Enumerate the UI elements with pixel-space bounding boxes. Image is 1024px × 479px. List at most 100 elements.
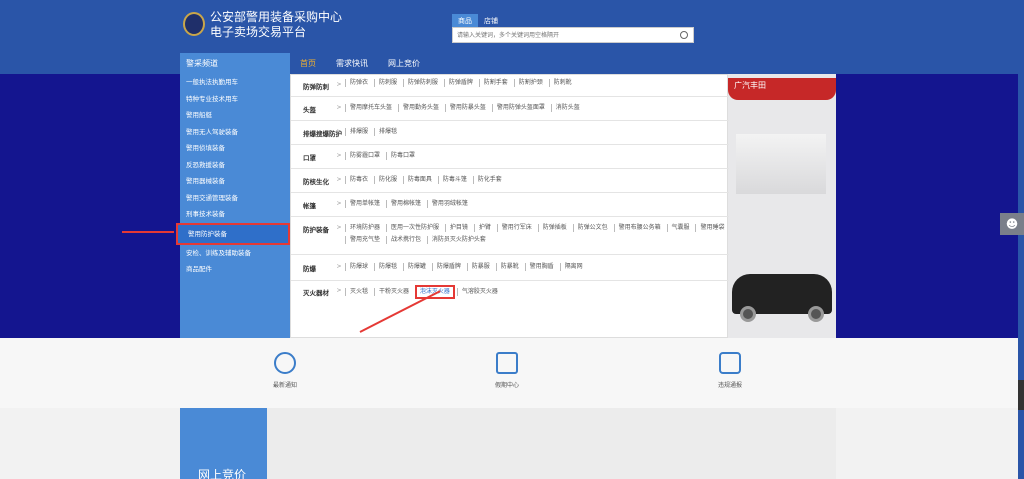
scrollbar-thumb[interactable] — [1018, 380, 1024, 410]
flyout-item[interactable]: 防化服 — [373, 176, 401, 184]
flyout-item[interactable]: 护臂 — [473, 224, 495, 232]
floating-user-button[interactable]: ☻ — [1000, 213, 1024, 235]
sidebar-item-counter-terror[interactable]: 反恐救援装备 — [180, 157, 290, 174]
flyout-item[interactable]: 医用一次性防护服 — [385, 224, 443, 232]
flyout-item[interactable]: 防爆球 — [345, 263, 372, 271]
sidebar-item-unmanned[interactable]: 警用无人驾驶装备 — [180, 124, 290, 141]
flyout-items: 防爆球 防爆毯 防爆罐 防爆盾牌 防暴服 防暴靴 警用胸盾 隔离网 — [345, 257, 729, 273]
bottom-bidding-tile[interactable]: 网上竞价 — [180, 408, 267, 479]
flyout-cat-label[interactable]: 防爆 — [291, 257, 333, 273]
flyout-item[interactable]: 防弹防刺服 — [402, 79, 442, 87]
flyout-item[interactable]: 环境防护器 — [345, 224, 384, 232]
sidebar-item-protective[interactable]: 警用防护装备 — [176, 222, 290, 245]
feature-latest-notice[interactable]: 最新通知 — [255, 352, 315, 389]
flyout-item[interactable]: 防毒斗篷 — [437, 176, 471, 184]
flyout-items: 防弹衣 防刺服 防弹防刺服 防弹盾牌 防割手套 防割护颈 防刺靴 — [345, 77, 729, 89]
flyout-item[interactable]: 防毒衣 — [345, 176, 372, 184]
flyout-item[interactable]: 防爆毯 — [373, 263, 401, 271]
police-emblem-icon[interactable] — [183, 12, 205, 36]
feature-violation-report[interactable]: 违规通报 — [700, 352, 760, 389]
flyout-item[interactable]: 警用勤务头盔 — [397, 104, 443, 112]
flyout-item[interactable]: 防弹盾牌 — [443, 79, 477, 87]
search-input[interactable] — [453, 28, 673, 42]
sidebar-item-equipment[interactable]: 警用器械装备 — [180, 173, 290, 190]
flyout-item[interactable]: 警用胸盾 — [524, 263, 558, 271]
sidebar-item-security-training[interactable]: 安检、训练及辅助装备 — [180, 245, 290, 262]
flyout-item[interactable]: 排爆毯 — [373, 128, 401, 136]
search-icon[interactable] — [680, 31, 688, 39]
sidebar-item-investigation[interactable]: 警用侦填装备 — [180, 140, 290, 157]
flyout-item[interactable]: 防刺服 — [373, 79, 401, 87]
flyout-cat-label[interactable]: 防弹防刺 — [291, 77, 333, 91]
sidebar-item-forensics[interactable]: 刑事技术装备 — [180, 206, 290, 223]
flyout-item[interactable]: 警用摩托车头盔 — [345, 104, 396, 112]
annotation-arrow-sidebar — [122, 231, 174, 233]
flyout-item[interactable]: 防弹插板 — [537, 224, 571, 232]
feature-label: 假期中心 — [494, 382, 519, 389]
site-title[interactable]: 公安部警用装备采购中心 电子卖场交易平台 — [210, 10, 342, 40]
flyout-item[interactable]: 干粉灭火器 — [373, 288, 413, 296]
sidebar-item-police-boats[interactable]: 警用船艇 — [180, 107, 290, 124]
flyout-item[interactable]: 防爆罐 — [402, 263, 430, 271]
flyout-cat-label[interactable]: 防护装备 — [291, 219, 333, 234]
flyout-item[interactable]: 防弹衣 — [345, 79, 372, 87]
flyout-item[interactable]: 护目镜 — [444, 224, 472, 232]
flyout-item[interactable]: 警用棉帐篷 — [385, 200, 425, 208]
flyout-item[interactable]: 排爆服 — [345, 128, 372, 136]
flyout-item[interactable]: 警用单帐篷 — [345, 200, 384, 208]
flyout-item[interactable]: 消防头盔 — [550, 104, 584, 112]
chevron-right-icon: > — [336, 287, 342, 294]
nav-item-online-bidding[interactable]: 网上竞价 — [378, 53, 430, 74]
flyout-cat-label[interactable]: 防核生化 — [291, 171, 333, 186]
nav-item-home[interactable]: 首页 — [290, 53, 326, 74]
flyout-item[interactable]: 防爆盾牌 — [431, 263, 465, 271]
flyout-item[interactable]: 警用行军床 — [496, 224, 536, 232]
chevron-right-icon: > — [336, 224, 342, 231]
chevron-right-icon: > — [336, 81, 342, 88]
search-tab-products[interactable]: 商品 — [452, 14, 478, 28]
flyout-cat-label[interactable]: 头盔 — [291, 99, 333, 114]
nav-item-demand-news[interactable]: 需求快讯 — [326, 53, 378, 74]
flyout-item[interactable]: 警用防暴头盔 — [444, 104, 490, 112]
flyout-item[interactable]: 警用充气垫 — [345, 236, 384, 244]
flyout-item[interactable]: 防化手套 — [472, 176, 506, 184]
flyout-row-nbc: 防核生化 > 防毒衣 防化服 防毒面具 防毒斗篷 防化手套 — [291, 171, 729, 193]
flyout-item[interactable]: 气溶胶灭火器 — [456, 288, 502, 296]
flyout-item[interactable]: 防暴服 — [466, 263, 494, 271]
flyout-item[interactable]: 警用羽绒帐篷 — [426, 200, 472, 208]
flyout-item[interactable]: 防刺靴 — [548, 79, 576, 87]
sidebar-item-special-vehicles[interactable]: 特种专业技术用车 — [180, 91, 290, 108]
flyout-item[interactable]: 防雾霾口罩 — [345, 152, 384, 160]
flyout-item[interactable]: 防割手套 — [478, 79, 512, 87]
flyout-item[interactable]: 警用布腰公务箱 — [613, 224, 665, 232]
search-tab-shops[interactable]: 店铺 — [478, 14, 504, 28]
sidebar-item-general-vehicles[interactable]: 一般执法执勤用车 — [180, 74, 290, 91]
flyout-item[interactable]: 防割护颈 — [513, 79, 547, 87]
flyout-item[interactable]: 隔离网 — [559, 263, 587, 271]
flyout-item[interactable]: 气囊服 — [666, 224, 694, 232]
sidebar-item-traffic[interactable]: 警用交通管理装备 — [180, 190, 290, 207]
flyout-cat-label[interactable]: 排爆搜爆防护 — [291, 123, 342, 138]
flyout-item[interactable]: 防暴靴 — [495, 263, 523, 271]
flyout-item[interactable]: 灭火毯 — [345, 288, 372, 296]
flyout-item[interactable]: 防毒面具 — [402, 176, 436, 184]
flyout-item[interactable]: 战术携行包 — [385, 236, 425, 244]
bottom-bidding-label: 网上竞价 — [198, 468, 247, 479]
flyout-cat-label[interactable]: 帐篷 — [291, 195, 333, 210]
flyout-item[interactable]: 消防员灭火防护头套 — [426, 236, 490, 244]
search-box — [452, 27, 694, 43]
feature-holiday-center[interactable]: 假期中心 — [477, 352, 537, 389]
site-title-line1: 公安部警用装备采购中心 — [210, 10, 343, 24]
flyout-cat-label[interactable]: 口罩 — [291, 147, 333, 162]
chevron-right-icon: > — [336, 128, 342, 135]
flyout-row-protective-gear: 防护装备 > 环境防护器 医用一次性防护服 护目镜 护臂 警用行军床 防弹插板 … — [291, 219, 729, 255]
flyout-item[interactable]: 防毒口罩 — [385, 152, 419, 160]
flyout-item[interactable]: 警用睡袋 — [695, 224, 728, 232]
flyout-item[interactable]: 警用防弹头盔面罩 — [491, 104, 549, 112]
nav-category-title[interactable]: 警采频道 — [180, 53, 290, 74]
flyout-row-masks: 口罩 > 防雾霾口罩 防毒口罩 — [291, 147, 729, 169]
sidebar-item-accessories[interactable]: 商品配件 — [180, 261, 290, 278]
car-ad-banner[interactable]: 广汽丰田 — [728, 74, 836, 338]
flyout-item[interactable]: 防弹公文包 — [572, 224, 612, 232]
flyout-cat-label[interactable]: 灭火器材 — [291, 281, 333, 297]
